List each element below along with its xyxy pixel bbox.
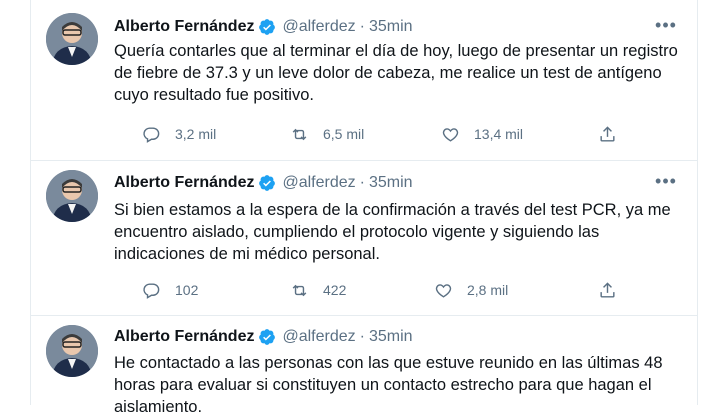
heart-icon [442,127,459,142]
like-button[interactable]: 13,4 mil [441,124,523,144]
tweet-text: Quería contarles que al terminar el día … [114,42,678,104]
author-name[interactable]: Alberto Fernández [114,172,254,194]
author-name[interactable]: Alberto Fernández [114,16,254,38]
more-icon[interactable]: ••• [655,172,677,196]
share-button[interactable] [598,124,617,144]
author-handle[interactable]: @alferdez [282,172,355,194]
like-button[interactable]: 2,8 mil [434,280,508,300]
tweet-header: Alberto Fernández @alferdez · 35min [114,16,413,38]
tweet-header: Alberto Fernández @alferdez · 35min [114,172,413,194]
tweet-header: Alberto Fernández @alferdez · 35min [114,326,413,348]
like-count: 2,8 mil [467,282,509,298]
tweet-text: He contactado a las personas con las que… [114,354,663,416]
author-handle[interactable]: @alferdez [282,326,355,348]
reply-count: 3,2 mil [175,126,217,142]
avatar[interactable] [46,170,98,222]
tweet[interactable]: Alberto Fernández @alferdez · 35min He c… [31,315,697,416]
verified-badge-icon [259,19,276,35]
tweet-actions: 102 422 2,8 mil [114,280,634,300]
tweet-actions: 3,2 mil 6,5 mil 13,4 mil [114,124,634,144]
share-button[interactable] [598,280,617,300]
retweet-count: 422 [323,282,347,298]
retweet-button[interactable]: 6,5 mil [290,124,364,144]
reply-icon [143,282,160,299]
separator-dot: · [359,18,365,35]
avatar[interactable] [46,13,98,65]
avatar[interactable] [46,325,98,377]
timestamp[interactable]: 35min [369,172,413,194]
tweet-text: Si bien estamos a la espera de la confir… [114,201,671,263]
like-count: 13,4 mil [474,126,524,142]
timeline: Alberto Fernández @alferdez · 35min ••• … [30,0,698,416]
share-icon [600,125,615,142]
timestamp[interactable]: 35min [369,326,413,348]
retweet-icon [292,128,307,140]
retweet-icon [292,284,307,296]
retweet-button[interactable]: 422 [290,280,346,300]
verified-badge-icon [259,329,276,345]
separator-dot: · [359,174,365,191]
tweet[interactable]: Alberto Fernández @alferdez · 35min ••• … [31,0,697,160]
reply-count: 102 [175,282,199,298]
share-icon [600,281,615,298]
author-name[interactable]: Alberto Fernández [114,326,254,348]
timestamp[interactable]: 35min [369,16,413,38]
separator-dot: · [359,328,365,345]
author-handle[interactable]: @alferdez [282,16,355,38]
verified-badge-icon [259,175,276,191]
heart-icon [435,283,452,298]
reply-icon [143,126,160,143]
retweet-count: 6,5 mil [323,126,365,142]
reply-button[interactable]: 102 [142,280,198,300]
more-icon[interactable]: ••• [655,16,677,40]
tweet[interactable]: Alberto Fernández @alferdez · 35min ••• … [31,160,697,315]
reply-button[interactable]: 3,2 mil [142,124,216,144]
